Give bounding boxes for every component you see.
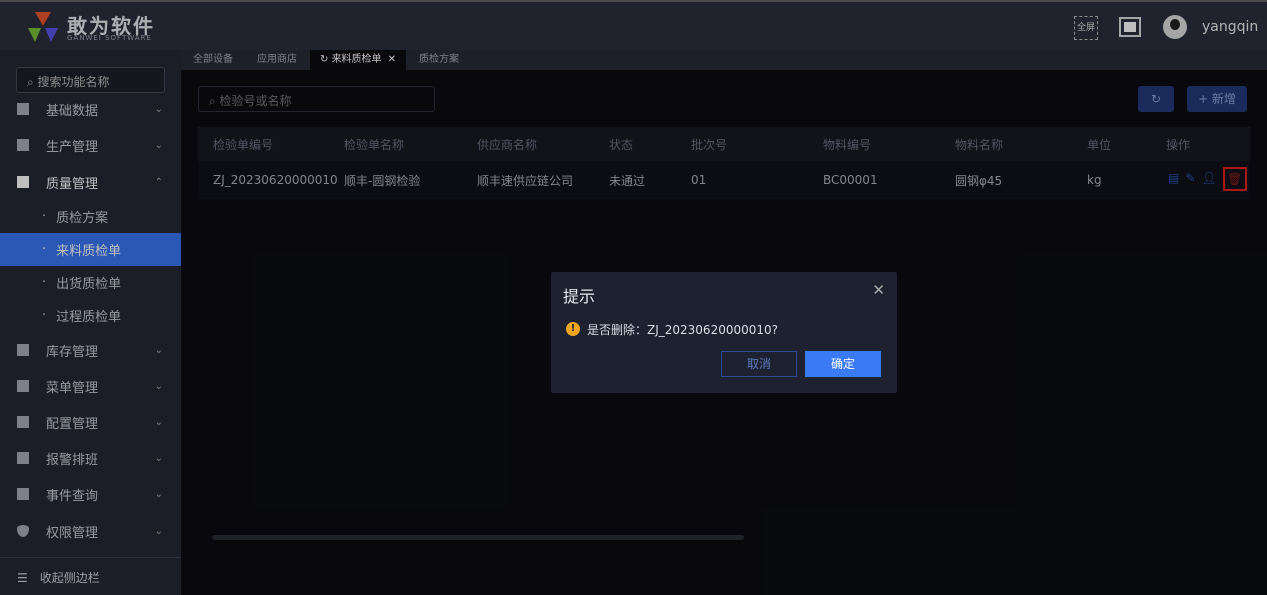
warning-icon: !	[566, 322, 580, 336]
close-icon[interactable]: ✕	[872, 281, 885, 299]
dialog-title: 提示	[563, 287, 596, 306]
confirm-button[interactable]: 确定	[805, 351, 881, 377]
cancel-button[interactable]: 取消	[721, 351, 797, 377]
confirm-delete-dialog: 提示 ✕ ! 是否删除：ZJ_20230620000010? 取消 确定	[551, 272, 897, 393]
dialog-message: 是否删除：ZJ_20230620000010?	[587, 323, 779, 337]
